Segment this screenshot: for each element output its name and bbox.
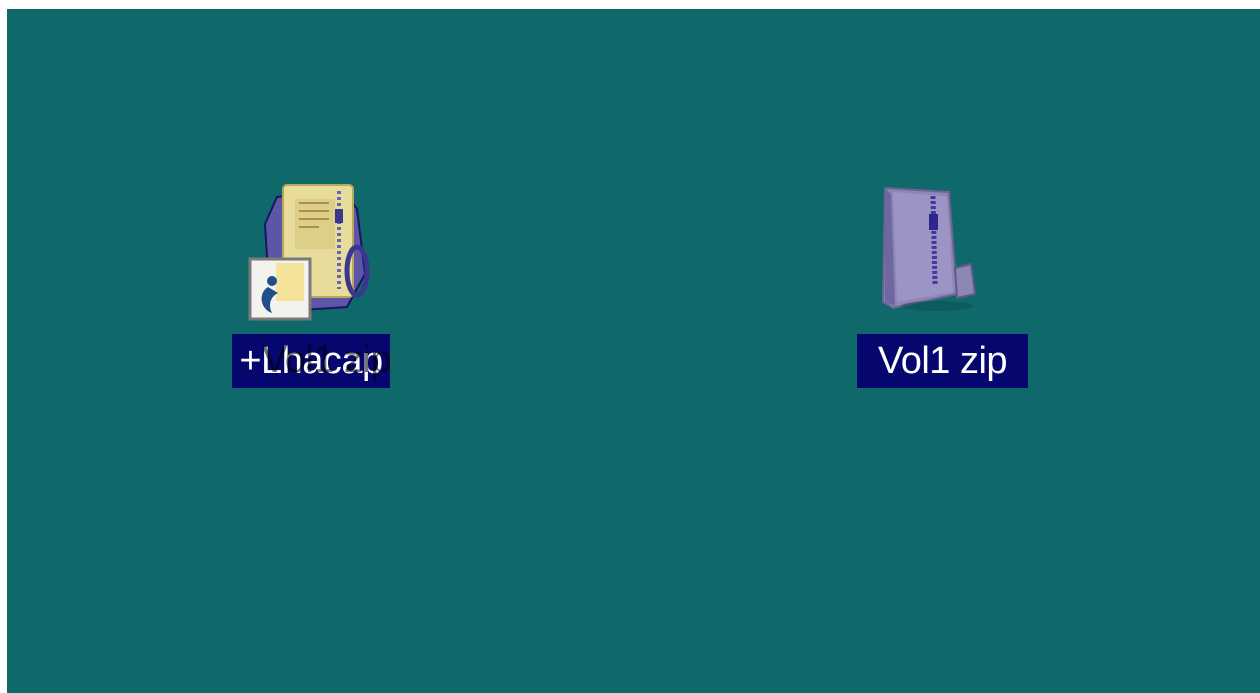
zip-folder-icon: [263, 184, 370, 313]
icon-label: +Lhacap: [232, 334, 390, 388]
zip-folder-icon: [881, 186, 977, 311]
icon-label: Vol1 zip: [857, 334, 1028, 388]
desktop[interactable]: +Lhacap Vol1 zip Vol1 zip: [7, 9, 1260, 693]
desktop-icon-vol1-zip[interactable]: Vol1 zip: [857, 179, 1032, 389]
desktop-icon-lhacap[interactable]: +Lhacap Vol1 zip: [232, 179, 407, 389]
